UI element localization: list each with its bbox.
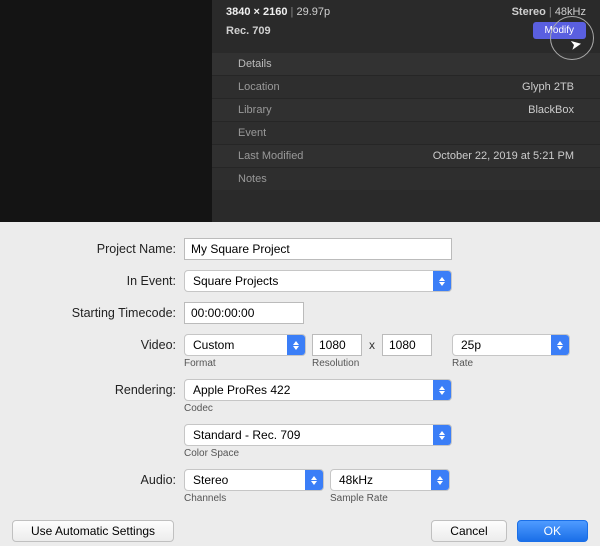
rate-sublabel: Rate [452,358,570,369]
times-icon: x [368,338,376,352]
in-event-select[interactable]: Square Projects [184,270,452,292]
timecode-input[interactable] [184,302,304,324]
chevron-updown-icon [433,425,451,445]
res-height-input[interactable] [382,334,432,356]
rate-select[interactable]: 25p [452,334,570,356]
detail-row-location: Location Glyph 2TB [212,75,600,98]
res-width-input[interactable] [312,334,362,356]
format-select[interactable]: Custom [184,334,306,356]
codec-select[interactable]: Apple ProRes 422 [184,379,452,401]
detail-row-notes: Notes [212,167,600,190]
timecode-label: Starting Timecode: [12,302,184,320]
codec-sublabel: Codec [184,403,452,414]
cancel-button[interactable]: Cancel [431,520,506,542]
audio-mode: Stereo | 48kHz [512,6,586,18]
chevron-updown-icon [305,470,323,490]
details-header: Details [212,53,600,75]
colorspace-sublabel: Color Space [184,448,452,459]
format-sublabel: Format [184,358,306,369]
colorspace-text: Rec. 709 [226,25,271,37]
colorspace-select[interactable]: Standard - Rec. 709 [184,424,452,446]
video-label: Video: [12,334,184,352]
ok-button[interactable]: OK [517,520,588,542]
automatic-settings-button[interactable]: Use Automatic Settings [12,520,174,542]
in-event-label: In Event: [12,270,184,288]
project-settings-dialog: Project Name: In Event: Square Projects … [0,222,600,546]
detail-row-library: Library BlackBox [212,98,600,121]
chevron-updown-icon [433,380,451,400]
detail-row-modified: Last Modified October 22, 2019 at 5:21 P… [212,144,600,167]
project-name-label: Project Name: [12,238,184,256]
samplerate-sublabel: Sample Rate [330,493,450,504]
chevron-updown-icon [433,271,451,291]
inspector-panel: 3840 × 2160 | 29.97p Stereo | 48kHz Rec.… [0,0,600,222]
chevron-updown-icon [287,335,305,355]
modify-button[interactable]: Modify [533,22,586,39]
chevron-updown-icon [551,335,569,355]
chevron-updown-icon [431,470,449,490]
resolution-sublabel: Resolution [312,358,432,369]
resolution-text: 3840 × 2160 | 29.97p [226,6,330,18]
audio-label: Audio: [12,469,184,487]
samplerate-select[interactable]: 48kHz [330,469,450,491]
viewer-placeholder [0,0,212,222]
channels-sublabel: Channels [184,493,324,504]
inspector-info: 3840 × 2160 | 29.97p Stereo | 48kHz Rec.… [212,0,600,222]
detail-row-event: Event [212,121,600,144]
project-name-input[interactable] [184,238,452,260]
rendering-label: Rendering: [12,379,184,397]
channels-select[interactable]: Stereo [184,469,324,491]
